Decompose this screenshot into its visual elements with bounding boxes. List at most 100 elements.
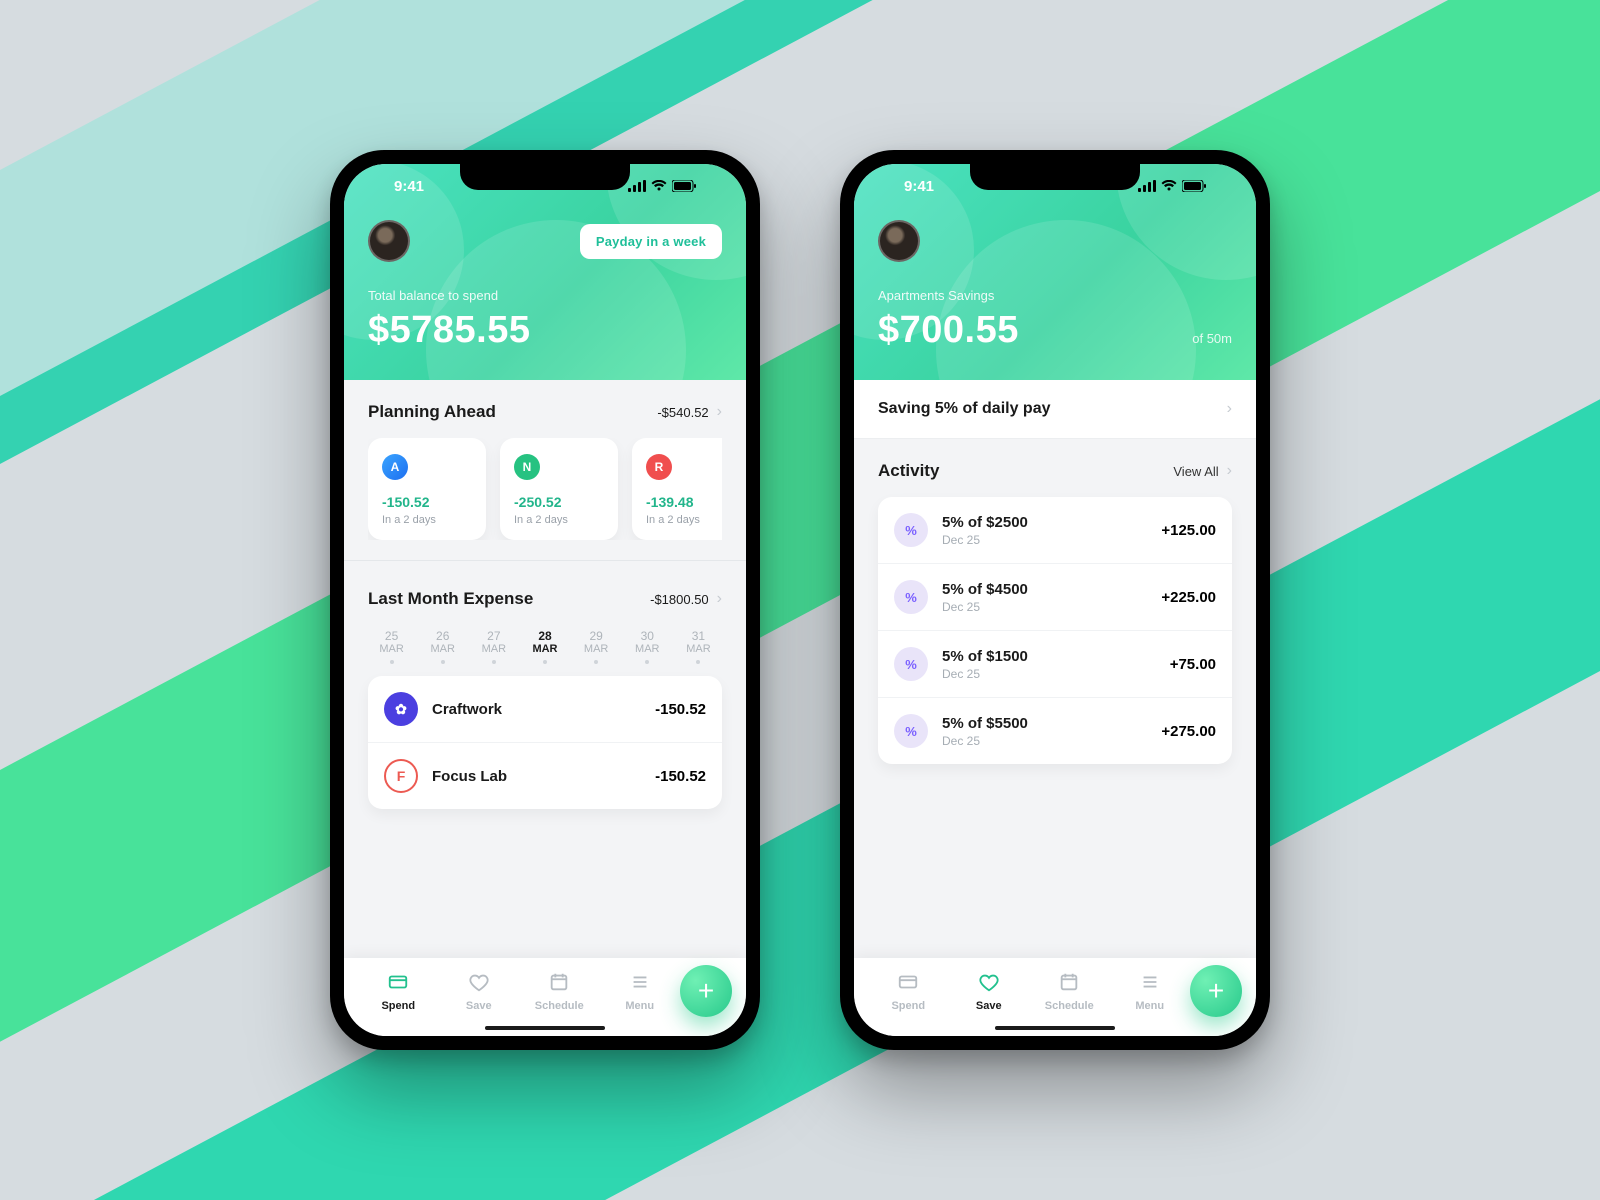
tab-menu[interactable]: Menu xyxy=(1110,971,1191,1012)
plan-card-icon: R xyxy=(646,454,672,480)
activity-amount: +225.00 xyxy=(1161,589,1216,606)
date-cell[interactable]: 29MAR xyxy=(573,629,620,664)
activity-date: Dec 25 xyxy=(942,667,1156,681)
last-month-total-link[interactable]: -$1800.50 › xyxy=(650,590,722,608)
tab-menu[interactable]: Menu xyxy=(600,971,681,1012)
savings-goal: of 50m xyxy=(1192,331,1232,346)
save-icon xyxy=(978,971,1000,996)
date-cell[interactable]: 30MAR xyxy=(624,629,671,664)
planning-card[interactable]: N -250.52 In a 2 days xyxy=(500,438,618,540)
balance-label: Total balance to spend xyxy=(368,288,722,303)
activity-row[interactable]: % 5% of $5500 Dec 25 +275.00 xyxy=(878,698,1232,764)
status-icons xyxy=(1138,180,1206,192)
activity-amount: +275.00 xyxy=(1161,723,1216,740)
planning-card[interactable]: A -150.52 In a 2 days xyxy=(368,438,486,540)
transaction-row[interactable]: F Focus Lab -150.52 xyxy=(368,743,722,809)
fab-add-button[interactable]: + xyxy=(1190,965,1242,1017)
planning-card[interactable]: R -139.48 In a 2 days xyxy=(632,438,722,540)
chevron-right-icon: › xyxy=(1227,400,1232,418)
merchant-icon: F xyxy=(384,759,418,793)
date-cell[interactable]: 26MAR xyxy=(419,629,466,664)
plan-card-sub: In a 2 days xyxy=(646,514,722,526)
tab-spend[interactable]: Spend xyxy=(868,971,949,1012)
avatar[interactable] xyxy=(878,220,920,262)
activity-date: Dec 25 xyxy=(942,533,1147,547)
tab-spend[interactable]: Spend xyxy=(358,971,439,1012)
activity-title: Activity xyxy=(878,461,939,481)
status-time: 9:41 xyxy=(904,178,934,195)
menu-icon xyxy=(629,971,651,996)
merchant-icon: ✿ xyxy=(384,692,418,726)
percent-icon: % xyxy=(894,647,928,681)
activity-title-text: 5% of $1500 xyxy=(942,648,1156,665)
menu-icon xyxy=(1139,971,1161,996)
spend-icon xyxy=(387,971,409,996)
plan-card-icon: N xyxy=(514,454,540,480)
plan-card-icon: A xyxy=(382,454,408,480)
tab-label: Save xyxy=(976,1000,1002,1012)
wifi-icon xyxy=(651,180,667,192)
battery-icon xyxy=(1182,180,1206,192)
activity-title-text: 5% of $2500 xyxy=(942,514,1147,531)
plan-card-amount: -139.48 xyxy=(646,494,722,510)
activity-date: Dec 25 xyxy=(942,734,1147,748)
signal-icon xyxy=(1138,180,1156,192)
tab-label: Save xyxy=(466,1000,492,1012)
wifi-icon xyxy=(1161,180,1177,192)
chevron-right-icon: › xyxy=(1227,462,1232,480)
tab-label: Spend xyxy=(891,1000,925,1012)
chevron-right-icon: › xyxy=(717,403,722,421)
spend-icon xyxy=(897,971,919,996)
percent-icon: % xyxy=(894,513,928,547)
status-icons xyxy=(628,180,696,192)
plus-icon: + xyxy=(698,975,714,1007)
payday-pill[interactable]: Payday in a week xyxy=(580,224,722,259)
schedule-icon xyxy=(1058,971,1080,996)
transaction-name: Focus Lab xyxy=(432,768,641,785)
transaction-amount: -150.52 xyxy=(655,768,706,785)
last-month-section: Last Month Expense -$1800.50 › 25MAR 26M… xyxy=(344,567,746,823)
activity-amount: +75.00 xyxy=(1170,656,1216,673)
tab-schedule[interactable]: Schedule xyxy=(519,971,600,1012)
status-time: 9:41 xyxy=(394,178,424,195)
plan-card-amount: -250.52 xyxy=(514,494,604,510)
activity-row[interactable]: % 5% of $1500 Dec 25 +75.00 xyxy=(878,631,1232,698)
tab-save[interactable]: Save xyxy=(439,971,520,1012)
plan-card-sub: In a 2 days xyxy=(514,514,604,526)
date-cell[interactable]: 27MAR xyxy=(470,629,517,664)
date-cell[interactable]: 31MAR xyxy=(675,629,722,664)
date-cell[interactable]: 25MAR xyxy=(368,629,415,664)
activity-title-text: 5% of $4500 xyxy=(942,581,1147,598)
tab-label: Menu xyxy=(1135,1000,1164,1012)
saving-rule-row[interactable]: Saving 5% of daily pay › xyxy=(854,380,1256,439)
planning-title: Planning Ahead xyxy=(368,402,496,422)
balance-amount: $5785.55 xyxy=(368,309,722,352)
planning-total-link[interactable]: -$540.52 › xyxy=(657,403,722,421)
plan-card-amount: -150.52 xyxy=(382,494,472,510)
avatar[interactable] xyxy=(368,220,410,262)
activity-amount: +125.00 xyxy=(1161,522,1216,539)
date-cell[interactable]: 28MAR xyxy=(521,629,568,664)
view-all-link[interactable]: View All › xyxy=(1173,462,1232,480)
percent-icon: % xyxy=(894,714,928,748)
percent-icon: % xyxy=(894,580,928,614)
schedule-icon xyxy=(548,971,570,996)
tab-label: Menu xyxy=(625,1000,654,1012)
tab-schedule[interactable]: Schedule xyxy=(1029,971,1110,1012)
activity-row[interactable]: % 5% of $4500 Dec 25 +225.00 xyxy=(878,564,1232,631)
battery-icon xyxy=(672,180,696,192)
last-month-title: Last Month Expense xyxy=(368,589,533,609)
save-icon xyxy=(468,971,490,996)
transaction-name: Craftwork xyxy=(432,701,641,718)
tab-label: Schedule xyxy=(1045,1000,1094,1012)
signal-icon xyxy=(628,180,646,192)
fab-add-button[interactable]: + xyxy=(680,965,732,1017)
plus-icon: + xyxy=(1208,975,1224,1007)
savings-amount: $700.55 xyxy=(878,309,1232,352)
tab-save[interactable]: Save xyxy=(949,971,1030,1012)
tab-label: Schedule xyxy=(535,1000,584,1012)
activity-date: Dec 25 xyxy=(942,600,1147,614)
transaction-amount: -150.52 xyxy=(655,701,706,718)
transaction-row[interactable]: ✿ Craftwork -150.52 xyxy=(368,676,722,743)
activity-row[interactable]: % 5% of $2500 Dec 25 +125.00 xyxy=(878,497,1232,564)
